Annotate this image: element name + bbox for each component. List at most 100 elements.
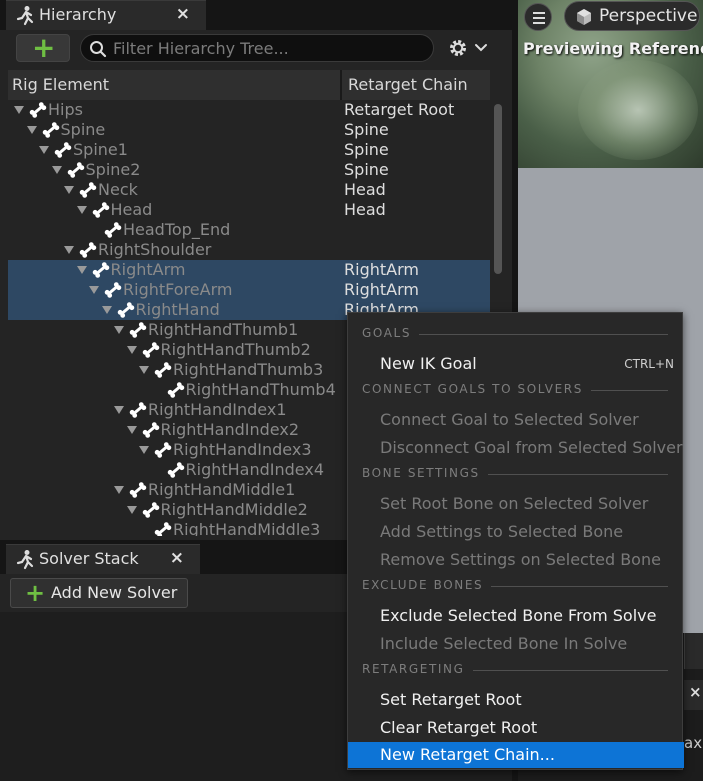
bone-name: RightHandThumb3 — [173, 360, 324, 379]
tree-row[interactable]: Head Head — [8, 200, 490, 220]
tree-row[interactable]: Hips Retarget Root — [8, 100, 490, 120]
tree-row[interactable]: HeadTop_End — [8, 220, 490, 240]
bone-icon — [166, 461, 186, 479]
tree-row[interactable]: RightShoulder — [8, 240, 490, 260]
menu-item-connect-goal-to-selected-solver[interactable]: Connect Goal to Selected Solver — [348, 407, 684, 433]
menu-section-title: GOALS — [362, 326, 420, 340]
menu-item-set-root-bone-on-selected-solver[interactable]: Set Root Bone on Selected Solver — [348, 491, 684, 517]
plus-icon: + — [25, 579, 46, 607]
add-element-button[interactable]: + — [16, 32, 70, 64]
expand-arrow-icon[interactable] — [26, 126, 37, 134]
bone-icon — [103, 281, 123, 299]
column-retarget-chain[interactable]: Retarget Chain — [344, 70, 490, 100]
menu-section-header: RETARGETING — [362, 662, 668, 678]
details-panel-edge — [684, 633, 703, 669]
retarget-chain-name: RightArm — [344, 260, 419, 279]
menu-item-include-selected-bone-in-solve[interactable]: Include Selected Bone In Solve — [348, 631, 684, 657]
expand-arrow-icon[interactable] — [126, 506, 137, 514]
bone-icon — [153, 361, 173, 379]
expand-arrow-icon[interactable] — [126, 346, 137, 354]
tree-row[interactable]: RightArm RightArm — [8, 260, 490, 280]
close-icon[interactable]: × — [176, 4, 190, 24]
expand-arrow-icon[interactable] — [114, 406, 124, 414]
expand-arrow-icon[interactable] — [139, 446, 149, 454]
retarget-chain-name: Spine — [344, 140, 389, 159]
view-mode-button[interactable]: Perspective — [564, 1, 700, 31]
tree-row[interactable]: Spine2 Spine — [8, 160, 490, 180]
menu-item-label: Set Retarget Root — [380, 690, 522, 709]
expand-arrow-icon[interactable] — [114, 486, 124, 494]
expand-arrow-icon[interactable] — [114, 326, 124, 334]
bone-name: RightHandThumb2 — [160, 340, 311, 359]
search-input[interactable] — [113, 38, 423, 58]
menu-item-new-retarget-chain[interactable]: New Retarget Chain... — [348, 742, 684, 768]
menu-section-title: BONE SETTINGS — [362, 466, 488, 480]
retarget-chain-name: Head — [344, 180, 386, 199]
menu-section-header: EXCLUDE BONES — [362, 578, 668, 594]
tree-row[interactable]: Spine Spine — [8, 120, 490, 140]
menu-item-clear-retarget-root[interactable]: Clear Retarget Root — [348, 715, 684, 741]
bone-name: Hips — [48, 100, 83, 119]
menu-item-label: Include Selected Bone In Solve — [380, 634, 628, 653]
expand-arrow-icon[interactable] — [51, 166, 62, 174]
bone-icon — [128, 401, 148, 419]
expand-arrow-icon[interactable] — [64, 186, 74, 194]
bone-icon — [53, 141, 73, 159]
bone-icon — [103, 221, 123, 239]
running-man-icon — [16, 550, 34, 570]
tree-row[interactable]: Spine1 Spine — [8, 140, 490, 160]
viewport-background-glow — [578, 60, 698, 160]
menu-section-header: BONE SETTINGS — [362, 466, 668, 482]
hierarchy-tab[interactable]: Hierarchy × — [6, 0, 206, 30]
bone-name: RightHandIndex3 — [173, 440, 312, 459]
tree-row[interactable]: RightForeArm RightArm — [8, 280, 490, 300]
menu-item-add-settings-to-selected-bone[interactable]: Add Settings to Selected Bone — [348, 519, 684, 545]
bone-icon — [78, 181, 98, 199]
bone-icon — [28, 101, 48, 119]
expand-arrow-icon[interactable] — [76, 206, 87, 214]
retarget-chain-name: Head — [344, 200, 386, 219]
expand-arrow-icon[interactable] — [76, 266, 87, 274]
menu-item-disconnect-goal-from-selected-solver[interactable]: Disconnect Goal from Selected Solver — [348, 435, 684, 461]
tree-scrollbar[interactable] — [494, 104, 502, 274]
bone-icon — [78, 241, 98, 259]
cube-icon — [577, 9, 591, 25]
expand-arrow-icon[interactable] — [14, 106, 24, 114]
hierarchy-toolbar: + — [0, 30, 512, 70]
menu-section-title: EXCLUDE BONES — [362, 578, 492, 592]
hamburger-menu-icon — [533, 12, 545, 14]
menu-item-new-ik-goal[interactable]: New IK Goal CTRL+N — [348, 351, 684, 377]
bone-icon — [128, 481, 148, 499]
bone-icon — [153, 441, 173, 459]
tree-row[interactable]: Neck Head — [8, 180, 490, 200]
context-menu: GOALS New IK Goal CTRL+N CONNECT GOALS TO S… — [347, 312, 684, 770]
column-rig-element[interactable]: Rig Element — [8, 70, 342, 100]
column-retarget-chain-label: Retarget Chain — [348, 75, 468, 94]
menu-item-remove-settings-on-selected-bone[interactable]: Remove Settings on Selected Bone — [348, 547, 684, 573]
bone-icon — [116, 301, 136, 319]
retarget-chain-name: Retarget Root — [344, 100, 455, 119]
expand-arrow-icon[interactable] — [126, 426, 137, 434]
bone-icon — [141, 341, 161, 359]
expand-arrow-icon[interactable] — [64, 246, 74, 254]
menu-item-set-retarget-root[interactable]: Set Retarget Root — [348, 687, 684, 713]
gear-icon[interactable] — [446, 36, 492, 60]
bone-name: Spine — [60, 120, 106, 139]
menu-item-exclude-selected-bone-from-solve[interactable]: Exclude Selected Bone From Solve — [348, 603, 684, 629]
bone-name: RightHandMiddle1 — [148, 480, 296, 499]
hierarchy-search[interactable] — [80, 34, 434, 62]
column-rig-element-label: Rig Element — [12, 75, 110, 94]
menu-item-label: Connect Goal to Selected Solver — [380, 410, 639, 429]
expand-arrow-icon[interactable] — [101, 306, 112, 314]
solver-stack-tab[interactable]: Solver Stack × — [6, 544, 200, 574]
search-icon — [90, 41, 107, 58]
expand-arrow-icon[interactable] — [139, 366, 149, 374]
viewport-options-button[interactable] — [524, 3, 552, 31]
close-icon[interactable]: × — [170, 548, 184, 568]
expand-arrow-icon[interactable] — [39, 146, 49, 154]
bone-icon — [153, 521, 173, 536]
expand-arrow-icon[interactable] — [89, 286, 99, 294]
bone-name: RightForeArm — [123, 280, 233, 299]
close-icon[interactable]: × — [689, 683, 702, 701]
add-new-solver-button[interactable]: + Add New Solver — [10, 578, 188, 608]
